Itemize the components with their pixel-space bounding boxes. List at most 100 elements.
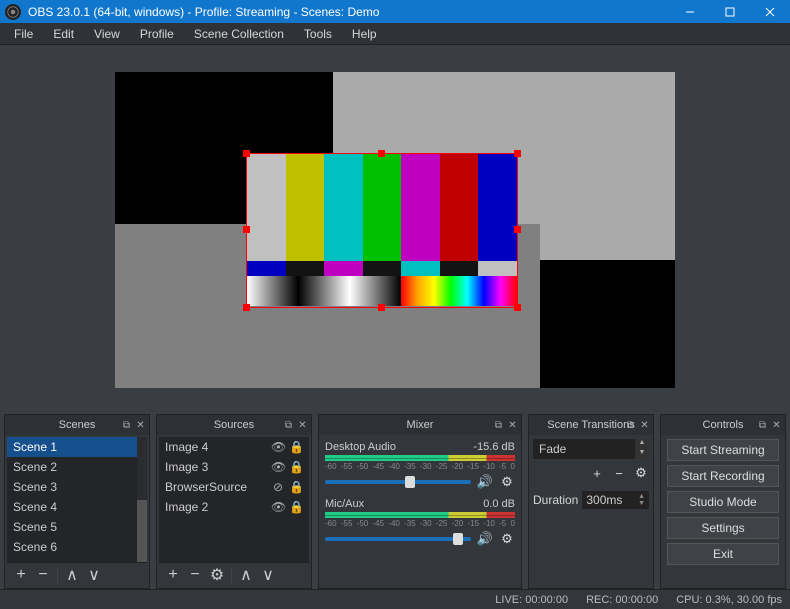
smpte-test-pattern [247,154,517,307]
resize-handle[interactable] [243,304,250,311]
controls-dock: Controls ⧉✕ Start Streaming Start Recordi… [660,414,786,589]
status-rec: REC: 00:00:00 [586,594,658,606]
transition-settings-button[interactable]: ⚙ [633,465,649,481]
close-dock-icon[interactable]: ✕ [297,420,308,431]
add-source-button[interactable]: + [163,565,183,585]
scenes-list[interactable]: Scene 1Scene 2Scene 3Scene 4Scene 5Scene… [7,437,137,562]
visibility-toggle-icon[interactable]: 👁 [271,440,285,454]
remove-transition-button[interactable]: − [611,465,627,481]
duration-label: Duration [533,493,578,507]
mute-button[interactable]: 🔊 [477,531,493,547]
channel-name: Mic/Aux [325,498,364,510]
resize-handle[interactable] [514,304,521,311]
status-cpu: CPU: 0.3%, 30.00 fps [676,594,782,606]
channel-db: 0.0 dB [483,498,515,510]
visibility-toggle-icon[interactable]: ⊘ [271,480,285,494]
source-item[interactable]: Image 3 👁 🔒 [159,457,309,477]
titlebar: OBS 23.0.1 (64-bit, windows) - Profile: … [0,0,790,23]
channel-settings-button[interactable]: ⚙ [499,474,515,490]
close-dock-icon[interactable]: ✕ [771,420,782,431]
maximize-button[interactable] [710,0,750,23]
channel-name: Desktop Audio [325,441,396,453]
resize-handle[interactable] [514,226,521,233]
add-scene-button[interactable]: + [11,565,31,585]
scrollbar[interactable] [137,437,147,562]
menubar: File Edit View Profile Scene Collection … [0,23,790,45]
exit-button[interactable]: Exit [667,543,779,565]
remove-source-button[interactable]: − [185,565,205,585]
add-transition-button[interactable]: + [589,465,605,481]
scene-item[interactable]: Scene 3 [7,477,137,497]
mixer-channel: Desktop Audio-15.6 dB -60-55-50-45-40-35… [325,441,515,490]
undock-icon[interactable]: ⧉ [121,420,132,431]
resize-handle[interactable] [514,150,521,157]
gear-icon: ⚙ [210,565,224,585]
scenes-dock: Scenes ⧉✕ Scene 1Scene 2Scene 3Scene 4Sc… [4,414,150,589]
transition-select[interactable]: Fade ▲▼ [533,439,649,459]
volume-slider[interactable] [325,537,471,541]
remove-scene-button[interactable]: − [33,565,53,585]
menu-edit[interactable]: Edit [43,24,84,44]
menu-scene-collection[interactable]: Scene Collection [184,24,294,44]
source-down-button[interactable]: ∨ [258,565,278,585]
meter-ticks: -60-55-50-45-40-35-30-25-20-15-10-50 [325,462,515,471]
source-properties-button[interactable]: ⚙ [207,565,227,585]
resize-handle[interactable] [378,304,385,311]
selected-source-outline[interactable] [246,153,518,308]
menu-view[interactable]: View [84,24,130,44]
visibility-toggle-icon[interactable]: 👁 [271,460,285,474]
close-button[interactable] [750,0,790,23]
close-dock-icon[interactable]: ✕ [507,420,518,431]
resize-handle[interactable] [378,150,385,157]
lock-icon[interactable]: 🔒 [289,460,303,474]
scene-item[interactable]: Scene 4 [7,497,137,517]
visibility-toggle-icon[interactable]: 👁 [271,500,285,514]
preview-area[interactable] [0,45,790,414]
resize-handle[interactable] [243,226,250,233]
source-item[interactable]: Image 4 👁 🔒 [159,437,309,457]
menu-help[interactable]: Help [342,24,387,44]
start-recording-button[interactable]: Start Recording [667,465,779,487]
volume-meter [325,512,515,518]
lock-icon[interactable]: 🔒 [289,440,303,454]
channel-settings-button[interactable]: ⚙ [499,531,515,547]
mixer-channel: Mic/Aux0.0 dB -60-55-50-45-40-35-30-25-2… [325,498,515,547]
source-item[interactable]: Image 2 👁 🔒 [159,497,309,517]
settings-button[interactable]: Settings [667,517,779,539]
scene-down-button[interactable]: ∨ [84,565,104,585]
mixer-dock: Mixer ⧉✕ Desktop Audio-15.6 dB -60-55-50… [318,414,522,589]
mute-button[interactable]: 🔊 [477,474,493,490]
start-streaming-button[interactable]: Start Streaming [667,439,779,461]
undock-icon[interactable]: ⧉ [757,420,768,431]
source-up-button[interactable]: ∧ [236,565,256,585]
studio-mode-button[interactable]: Studio Mode [667,491,779,513]
undock-icon[interactable]: ⧉ [493,420,504,431]
sources-list[interactable]: Image 4 👁 🔒Image 3 👁 🔒BrowserSource ⊘ 🔒I… [159,437,309,562]
minimize-button[interactable] [670,0,710,23]
preview-canvas[interactable] [115,72,675,388]
undock-icon[interactable]: ⧉ [625,420,636,431]
menu-profile[interactable]: Profile [130,24,184,44]
sources-title: Sources [214,419,254,431]
mixer-title: Mixer [407,419,434,431]
lock-icon[interactable]: 🔒 [289,500,303,514]
scene-item[interactable]: Scene 1 [7,437,137,457]
controls-title: Controls [703,419,744,431]
source-item[interactable]: BrowserSource ⊘ 🔒 [159,477,309,497]
duration-input[interactable]: 300ms ▲▼ [582,491,649,509]
scene-item[interactable]: Scene 5 [7,517,137,537]
window-title: OBS 23.0.1 (64-bit, windows) - Profile: … [26,5,670,19]
close-dock-icon[interactable]: ✕ [135,420,146,431]
lock-icon[interactable]: 🔒 [289,480,303,494]
transitions-title: Scene Transitions [547,419,634,431]
menu-tools[interactable]: Tools [294,24,342,44]
resize-handle[interactable] [243,150,250,157]
menu-file[interactable]: File [4,24,43,44]
undock-icon[interactable]: ⧉ [283,420,294,431]
volume-slider[interactable] [325,480,471,484]
scene-up-button[interactable]: ∧ [62,565,82,585]
close-dock-icon[interactable]: ✕ [639,420,650,431]
scene-item[interactable]: Scene 2 [7,457,137,477]
scene-item[interactable]: Scene 6 [7,537,137,557]
statusbar: LIVE: 00:00:00 REC: 00:00:00 CPU: 0.3%, … [0,589,790,609]
